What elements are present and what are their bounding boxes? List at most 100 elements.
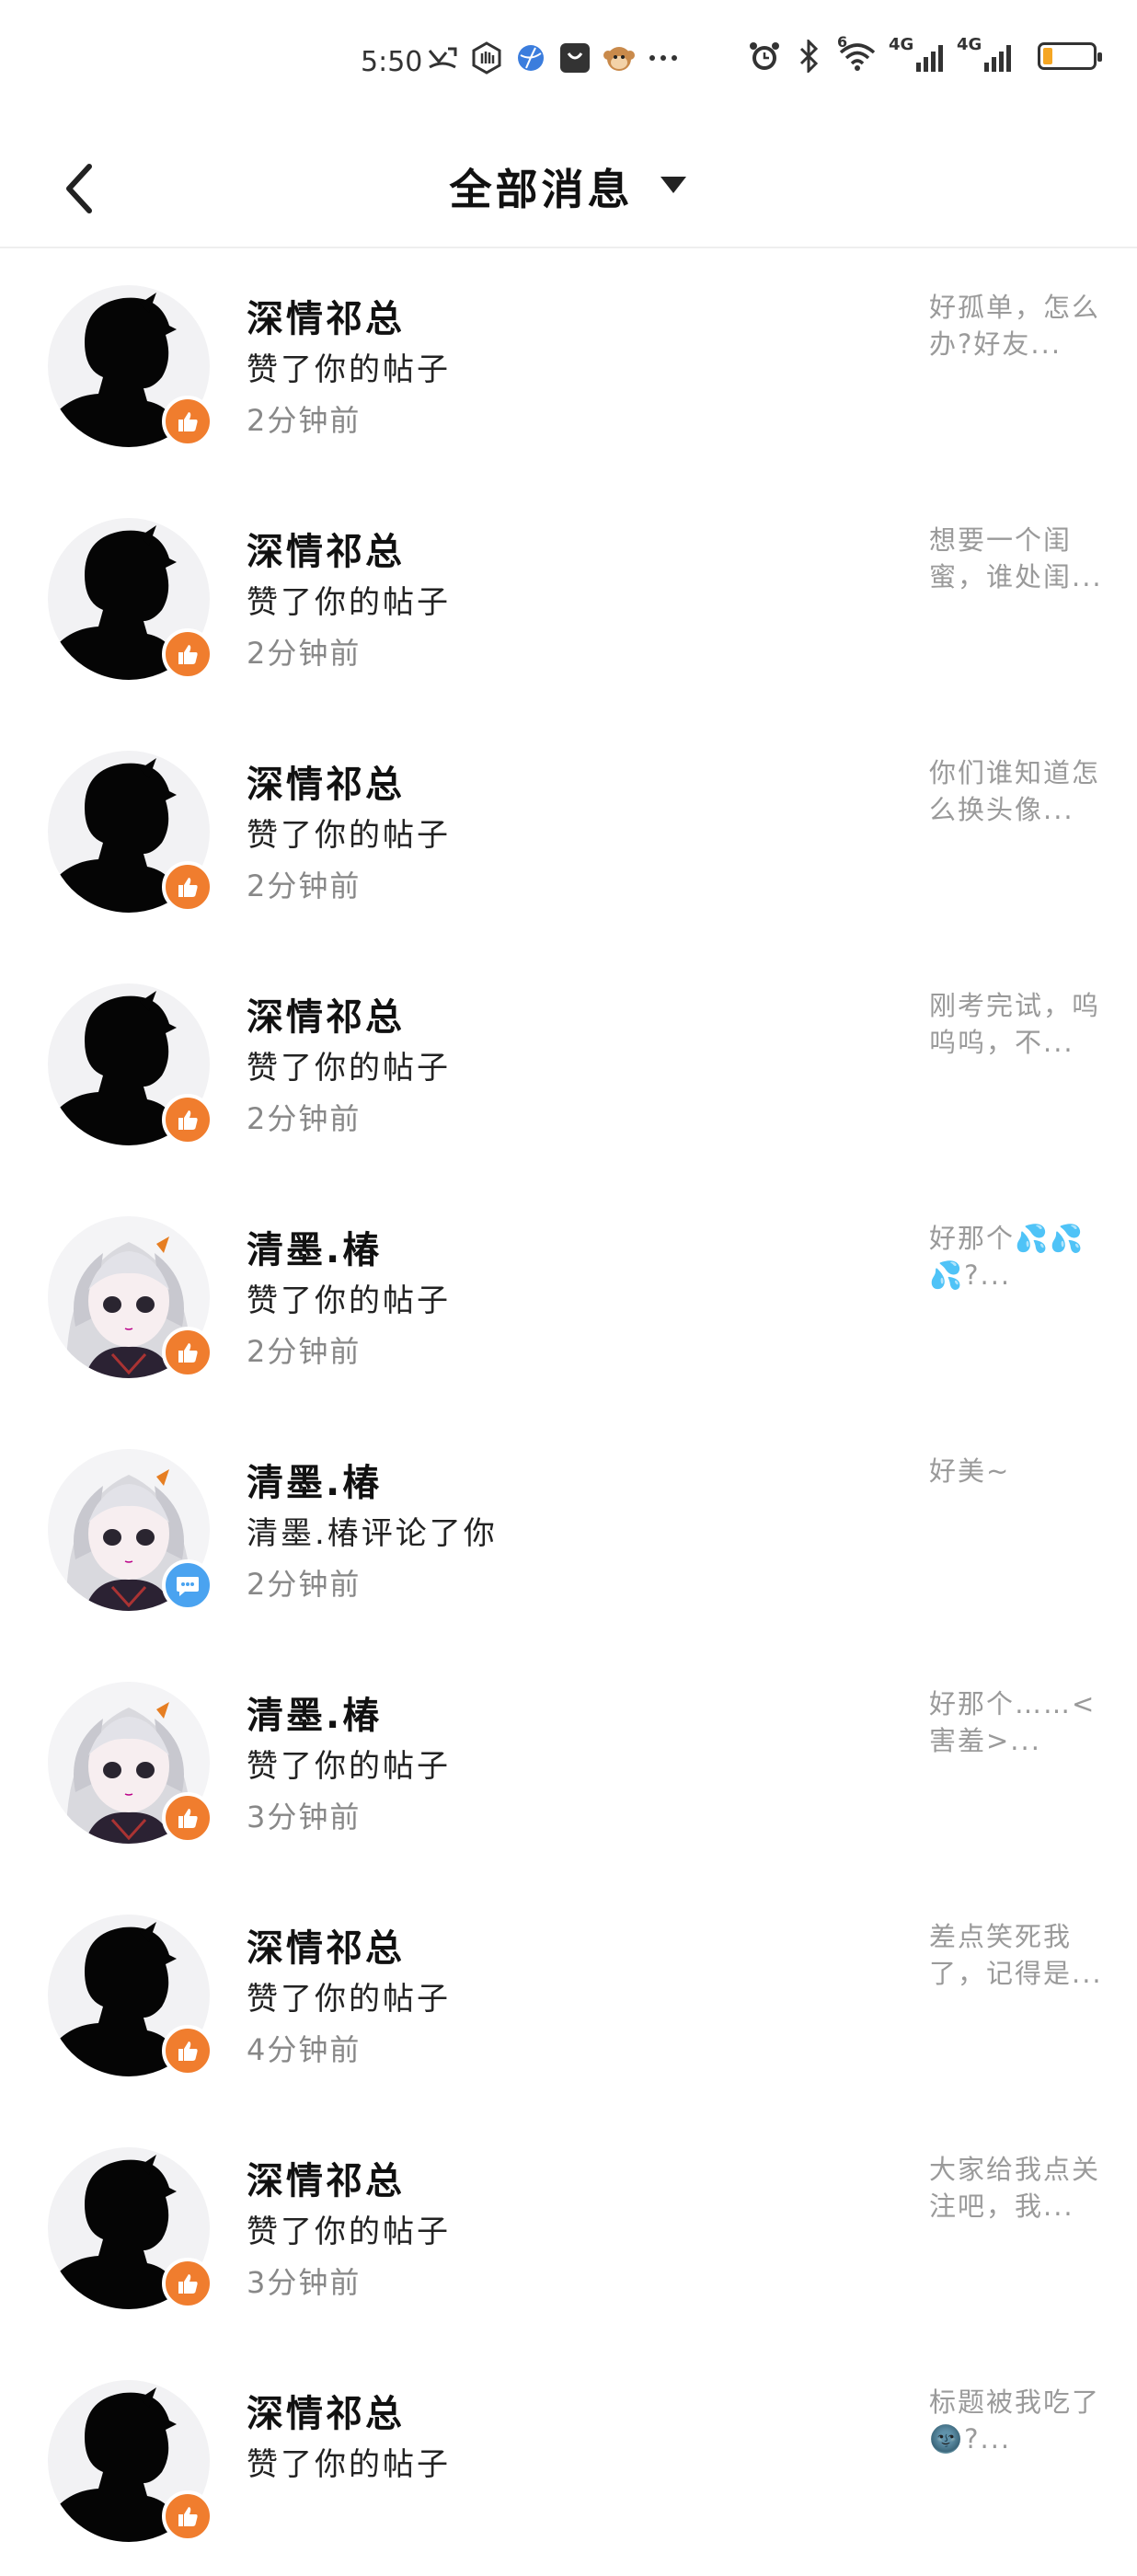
bluetooth-icon: [791, 39, 826, 74]
sender-name[interactable]: 深情祁总: [247, 1918, 405, 1972]
message-item[interactable]: 清墨.椿 清墨.椿评论了你 2分钟前 好美~: [0, 1412, 1137, 1645]
sender-name[interactable]: 深情祁总: [247, 2384, 405, 2437]
network-label-2: 4G: [957, 35, 982, 54]
bag-icon: [557, 40, 592, 75]
message-action: 赞了你的帖子: [247, 2214, 451, 2250]
avatar-container: [48, 1682, 213, 1844]
message-action: 赞了你的帖子: [247, 1282, 451, 1319]
thumbs-up-icon: [178, 1809, 198, 1828]
comment-icon: [177, 1577, 199, 1596]
avatar-container: [48, 751, 213, 913]
header: 全部消息: [0, 129, 1137, 248]
comment-badge: [162, 1559, 213, 1611]
avatar-container: [48, 1915, 213, 2076]
message-item[interactable]: 清墨.椿 赞了你的帖子 2分钟前 好那个💦💦💦?...: [0, 1179, 1137, 1412]
message-item[interactable]: 深情祁总 赞了你的帖子 2分钟前 想要一个闺蜜，谁处闺...: [0, 481, 1137, 714]
message-time: 4分钟前: [247, 2032, 362, 2067]
like-badge: [162, 2025, 213, 2076]
missed-call-icon: [425, 40, 460, 75]
post-preview: 好美~: [929, 1455, 1011, 1487]
sender-name[interactable]: 清墨.椿: [247, 1685, 382, 1739]
thumbs-up-icon: [178, 412, 198, 431]
message-list: 深情祁总 赞了你的帖子 2分钟前 好孤单，怎么办?好友... 深情祁总 赞了你的…: [0, 248, 1137, 2576]
battery-icon: [1038, 42, 1102, 70]
caret-down-icon: [659, 175, 688, 199]
wifi-icon: 6: [835, 33, 879, 74]
post-preview: 差点笑死我了，记得是...: [929, 1921, 1103, 1989]
message-filter-dropdown[interactable]: 全部消息: [0, 156, 1137, 217]
monkey-icon: [602, 40, 637, 75]
sender-name[interactable]: 深情祁总: [247, 987, 405, 1041]
network-label-1: 4G: [889, 35, 914, 54]
sender-name[interactable]: 深情祁总: [247, 289, 405, 342]
status-time: 5:50: [361, 46, 423, 78]
thumbs-up-icon: [178, 2507, 198, 2526]
message-item[interactable]: 深情祁总 赞了你的帖子 2分钟前 你们谁知道怎么换头像...: [0, 714, 1137, 947]
avatar-container: [48, 285, 213, 447]
message-time: 3分钟前: [247, 1800, 362, 1834]
avatar-container: [48, 518, 213, 680]
hand-icon: [469, 40, 504, 75]
message-item[interactable]: 深情祁总 赞了你的帖子 标题被我吃了🌚?...: [0, 2343, 1137, 2576]
message-action: 赞了你的帖子: [247, 584, 451, 621]
message-time: 2分钟前: [247, 636, 362, 671]
post-preview: 标题被我吃了🌚?...: [929, 2386, 1101, 2455]
avatar-container: [48, 2380, 213, 2542]
like-badge: [162, 2490, 213, 2542]
sender-name[interactable]: 清墨.椿: [247, 1453, 382, 1506]
message-time: 2分钟前: [247, 868, 362, 903]
page-title: 全部消息: [449, 165, 634, 214]
avatar-container: [48, 983, 213, 1145]
sender-name[interactable]: 深情祁总: [247, 522, 405, 575]
thumbs-up-icon: [178, 878, 198, 897]
like-badge: [162, 2258, 213, 2309]
sender-name[interactable]: 清墨.椿: [247, 1220, 382, 1273]
message-action: 赞了你的帖子: [247, 1050, 451, 1087]
message-action: 赞了你的帖子: [247, 351, 451, 388]
avatar-container: [48, 1449, 213, 1611]
wifi-badge: 6: [837, 33, 848, 51]
message-item[interactable]: 深情祁总 赞了你的帖子 2分钟前 刚考完试，呜呜呜，不...: [0, 947, 1137, 1179]
like-badge: [162, 861, 213, 913]
thumbs-up-icon: [178, 645, 198, 664]
sender-name[interactable]: 深情祁总: [247, 754, 405, 808]
battery-level: [1043, 48, 1052, 64]
thumbs-up-icon: [178, 1110, 198, 1130]
post-preview: 好那个……<害羞>...: [929, 1688, 1097, 1756]
message-item[interactable]: 深情祁总 赞了你的帖子 4分钟前 差点笑死我了，记得是...: [0, 1878, 1137, 2110]
system-icons: 6 4G 4G: [747, 33, 1102, 74]
notification-icons: [425, 40, 681, 75]
message-time: 2分钟前: [247, 1334, 362, 1369]
post-preview: 好那个💦💦💦?...: [929, 1223, 1085, 1291]
message-time: 2分钟前: [247, 403, 362, 438]
like-badge: [162, 396, 213, 447]
signal-icon: 4G: [889, 35, 948, 74]
post-preview: 你们谁知道怎么换头像...: [929, 757, 1101, 825]
thumbs-up-icon: [178, 1343, 198, 1363]
more-dots-icon: [646, 40, 681, 75]
post-preview: 刚考完试，呜呜呜，不...: [929, 990, 1101, 1058]
avatar-container: [48, 2147, 213, 2309]
message-item[interactable]: 深情祁总 赞了你的帖子 2分钟前 好孤单，怎么办?好友...: [0, 248, 1137, 481]
like-badge: [162, 1792, 213, 1844]
message-action: 赞了你的帖子: [247, 1981, 451, 2018]
message-item[interactable]: 清墨.椿 赞了你的帖子 3分钟前 好那个……<害羞>...: [0, 1645, 1137, 1878]
like-badge: [162, 628, 213, 680]
message-time: 2分钟前: [247, 1101, 362, 1136]
avatar-container: [48, 1216, 213, 1378]
globe-icon: [513, 40, 548, 75]
message-time: 2分钟前: [247, 1567, 362, 1602]
like-badge: [162, 1094, 213, 1145]
like-badge: [162, 1327, 213, 1378]
message-action: 清墨.椿评论了你: [247, 1515, 498, 1552]
thumbs-up-icon: [178, 2274, 198, 2294]
post-preview: 想要一个闺蜜，谁处闺...: [929, 524, 1103, 592]
message-item[interactable]: 深情祁总 赞了你的帖子 3分钟前 大家给我点关注吧，我...: [0, 2110, 1137, 2343]
status-bar: 5:50 6 4G 4G: [0, 0, 1137, 129]
alarm-icon: [747, 39, 782, 74]
post-preview: 好孤单，怎么办?好友...: [929, 292, 1101, 360]
post-preview: 大家给我点关注吧，我...: [929, 2154, 1101, 2222]
sender-name[interactable]: 深情祁总: [247, 2151, 405, 2204]
signal-icon: 4G: [957, 35, 1016, 74]
message-action: 赞了你的帖子: [247, 1748, 451, 1785]
